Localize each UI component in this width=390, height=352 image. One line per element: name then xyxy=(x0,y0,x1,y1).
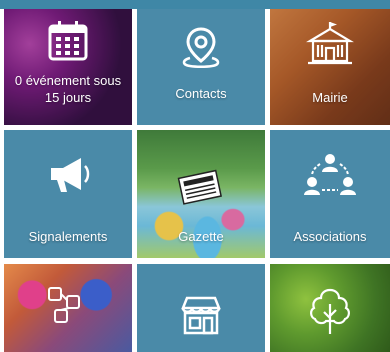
tree-icon xyxy=(310,288,350,334)
tile-associations-label: Associations xyxy=(293,229,367,244)
tile-gazette[interactable]: Gazette xyxy=(137,130,265,258)
newspaper-icon xyxy=(177,169,222,205)
tile-events-label: 0 événement sous 15 jours xyxy=(4,72,132,106)
location-pin-icon xyxy=(182,27,220,68)
shop-icon xyxy=(181,296,221,335)
top-bar xyxy=(0,0,390,9)
tile-contacts-label: Contacts xyxy=(175,86,227,101)
menu-grid: 0 événement sous 15 jours Contacts Mairi… xyxy=(0,9,390,352)
events-period-text: 15 jours xyxy=(44,90,92,105)
tile-mairie-label: Mairie xyxy=(312,90,348,105)
calendar-icon xyxy=(48,21,88,61)
tile-social-media[interactable] xyxy=(4,264,132,352)
tile-mairie[interactable]: Mairie xyxy=(270,9,390,125)
town-hall-icon xyxy=(306,22,354,65)
events-count-text: 0 événement sous xyxy=(14,73,122,88)
tile-shops[interactable] xyxy=(137,264,265,352)
tile-signalements-label: Signalements xyxy=(28,229,108,244)
people-network-icon xyxy=(304,154,356,195)
tile-signalements[interactable]: Signalements xyxy=(4,130,132,258)
social-media-icon xyxy=(48,287,80,323)
tile-associations[interactable]: Associations xyxy=(270,130,390,258)
tile-nature[interactable] xyxy=(270,264,390,352)
tile-events[interactable]: 0 événement sous 15 jours xyxy=(4,9,132,125)
tile-contacts[interactable]: Contacts xyxy=(137,9,265,125)
megaphone-icon xyxy=(51,158,90,192)
tile-gazette-label: Gazette xyxy=(178,229,224,244)
